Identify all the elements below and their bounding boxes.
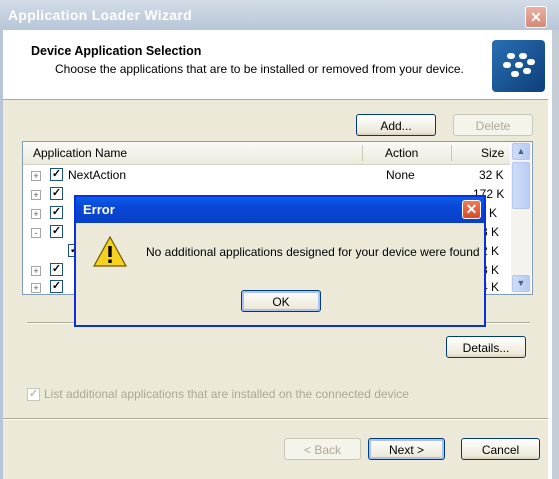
scroll-thumb[interactable] bbox=[512, 162, 530, 209]
app-action: None bbox=[386, 168, 415, 182]
row-checkbox[interactable]: ✓ bbox=[50, 187, 63, 200]
error-dialog[interactable]: Error ✕ No additional applications desig… bbox=[74, 195, 486, 327]
window-close-button[interactable]: ✕ bbox=[525, 6, 547, 28]
warning-icon bbox=[92, 235, 128, 267]
collapse-icon[interactable]: - bbox=[31, 228, 41, 238]
scroll-down-button[interactable]: ▼ bbox=[512, 275, 530, 292]
error-dialog-close-button[interactable]: ✕ bbox=[462, 200, 481, 219]
column-header-action[interactable]: Action bbox=[385, 146, 418, 160]
error-dialog-title-bar[interactable]: Error ✕ bbox=[76, 197, 484, 223]
back-button[interactable]: < Back bbox=[284, 438, 361, 460]
column-header-name[interactable]: Application Name bbox=[33, 146, 127, 160]
details-button[interactable]: Details... bbox=[446, 336, 526, 358]
app-size: K bbox=[489, 206, 498, 220]
page-subtitle: Choose the applications that are to be i… bbox=[55, 62, 464, 76]
app-size: 32 K bbox=[479, 168, 504, 182]
expand-icon[interactable]: + bbox=[31, 190, 41, 200]
row-checkbox[interactable]: ✓ bbox=[50, 263, 63, 276]
expand-icon[interactable]: + bbox=[31, 283, 41, 293]
row-checkbox[interactable]: ✓ bbox=[50, 225, 63, 238]
next-button[interactable]: Next > bbox=[368, 438, 445, 460]
blackberry-logo-icon bbox=[492, 40, 545, 92]
list-header: Application Name Action Size bbox=[23, 142, 510, 165]
page-title: Device Application Selection bbox=[31, 44, 202, 58]
cancel-button[interactable]: Cancel bbox=[461, 438, 540, 460]
window-title-bar[interactable]: Application Loader Wizard ✕ bbox=[0, 0, 559, 31]
list-additional-label: List additional applications that are in… bbox=[44, 387, 409, 401]
scroll-up-button[interactable]: ▲ bbox=[512, 143, 530, 160]
row-checkbox[interactable]: ✓ bbox=[50, 168, 63, 181]
expand-icon[interactable]: + bbox=[31, 209, 41, 219]
list-row[interactable]: + ✓ NextAction None 32 K bbox=[23, 166, 510, 185]
error-dialog-title: Error bbox=[83, 202, 115, 217]
row-checkbox[interactable]: ✓ bbox=[50, 280, 63, 293]
add-button[interactable]: Add... bbox=[356, 114, 436, 136]
app-name: NextAction bbox=[68, 168, 127, 182]
column-header-size[interactable]: Size bbox=[481, 146, 504, 160]
wizard-header: Device Application Selection Choose the … bbox=[3, 30, 548, 100]
row-checkbox[interactable]: ✓ bbox=[50, 206, 63, 219]
window-title: Application Loader Wizard bbox=[8, 7, 192, 23]
list-additional-checkbox[interactable]: ✓ bbox=[27, 388, 40, 401]
window-frame-right bbox=[548, 30, 559, 479]
expand-icon[interactable]: + bbox=[31, 171, 41, 181]
footer-divider bbox=[3, 418, 548, 420]
ok-button[interactable]: OK bbox=[241, 290, 321, 312]
vertical-scrollbar[interactable]: ▲ ▼ bbox=[511, 142, 531, 294]
delete-button[interactable]: Delete bbox=[453, 114, 533, 136]
expand-icon[interactable]: + bbox=[31, 266, 41, 276]
error-message: No additional applications designed for … bbox=[146, 245, 480, 259]
